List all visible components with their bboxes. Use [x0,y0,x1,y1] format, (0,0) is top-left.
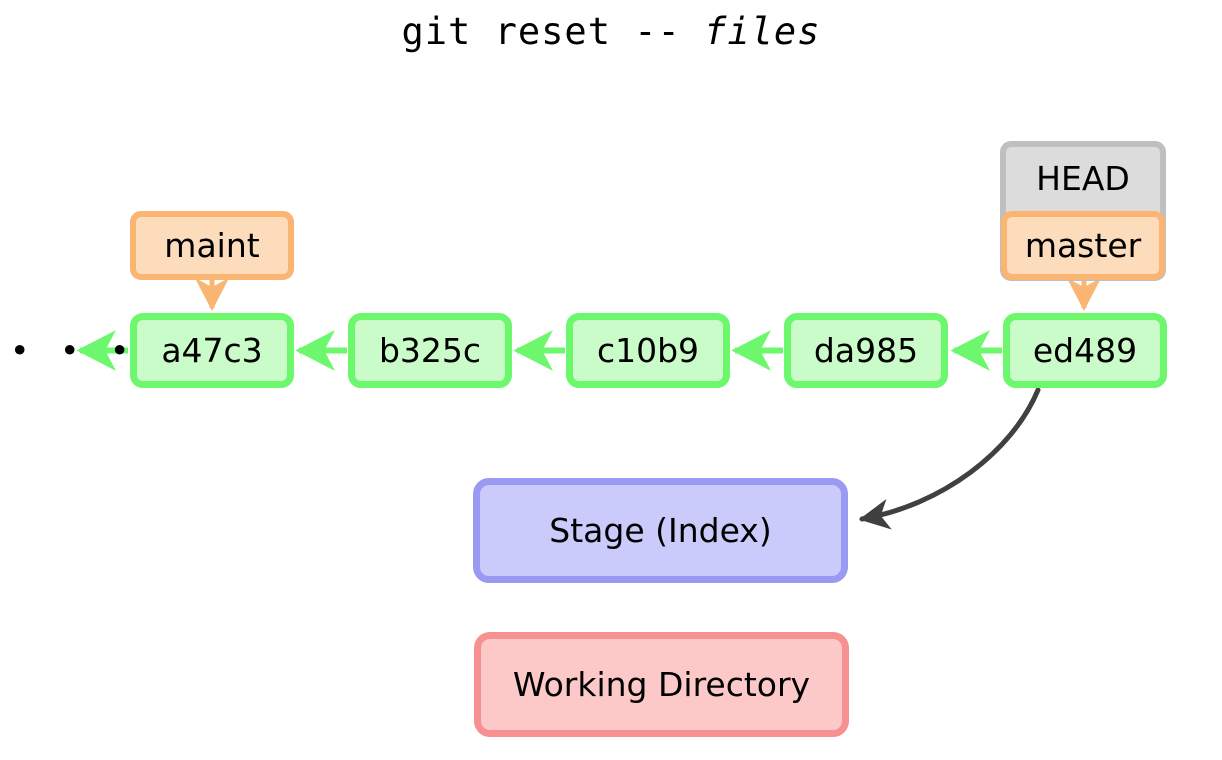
commit-id-ed489: ed489 [1032,331,1138,370]
flow-arrow-ed489-to-stage [859,387,1041,530]
branch-label-master[interactable]: master [1001,211,1165,280]
branch-label-maint-text: maint [164,226,260,265]
working-directory-box[interactable]: Working Directory [474,632,849,737]
commit-node-c10b9[interactable]: c10b9 [566,313,730,388]
commit-node-a47c3[interactable]: a47c3 [130,313,294,388]
commit-node-da985[interactable]: da985 [784,313,948,388]
commit-id-b325c: b325c [378,331,482,370]
commit-node-b325c[interactable]: b325c [348,313,512,388]
commit-id-c10b9: c10b9 [596,331,700,370]
title-argument: files [704,10,821,53]
working-directory-label: Working Directory [512,665,811,704]
title-command: git reset -- [401,10,705,53]
branch-pointer-arrows [195,278,1101,312]
head-label-text: HEAD [1036,159,1130,198]
commit-id-a47c3: a47c3 [161,331,263,370]
branch-label-master-text: master [1024,226,1142,265]
stage-index-box[interactable]: Stage (Index) [473,478,848,583]
diagram-canvas: git reset -- files • • • HEAD maint mast… [0,0,1222,760]
branch-label-maint[interactable]: maint [130,211,294,280]
stage-index-label: Stage (Index) [549,511,772,550]
commit-node-ed489[interactable]: ed489 [1003,313,1167,388]
page-title: git reset -- files [0,10,1222,53]
commit-id-da985: da985 [813,331,919,370]
history-ellipsis: • • • [10,331,140,370]
